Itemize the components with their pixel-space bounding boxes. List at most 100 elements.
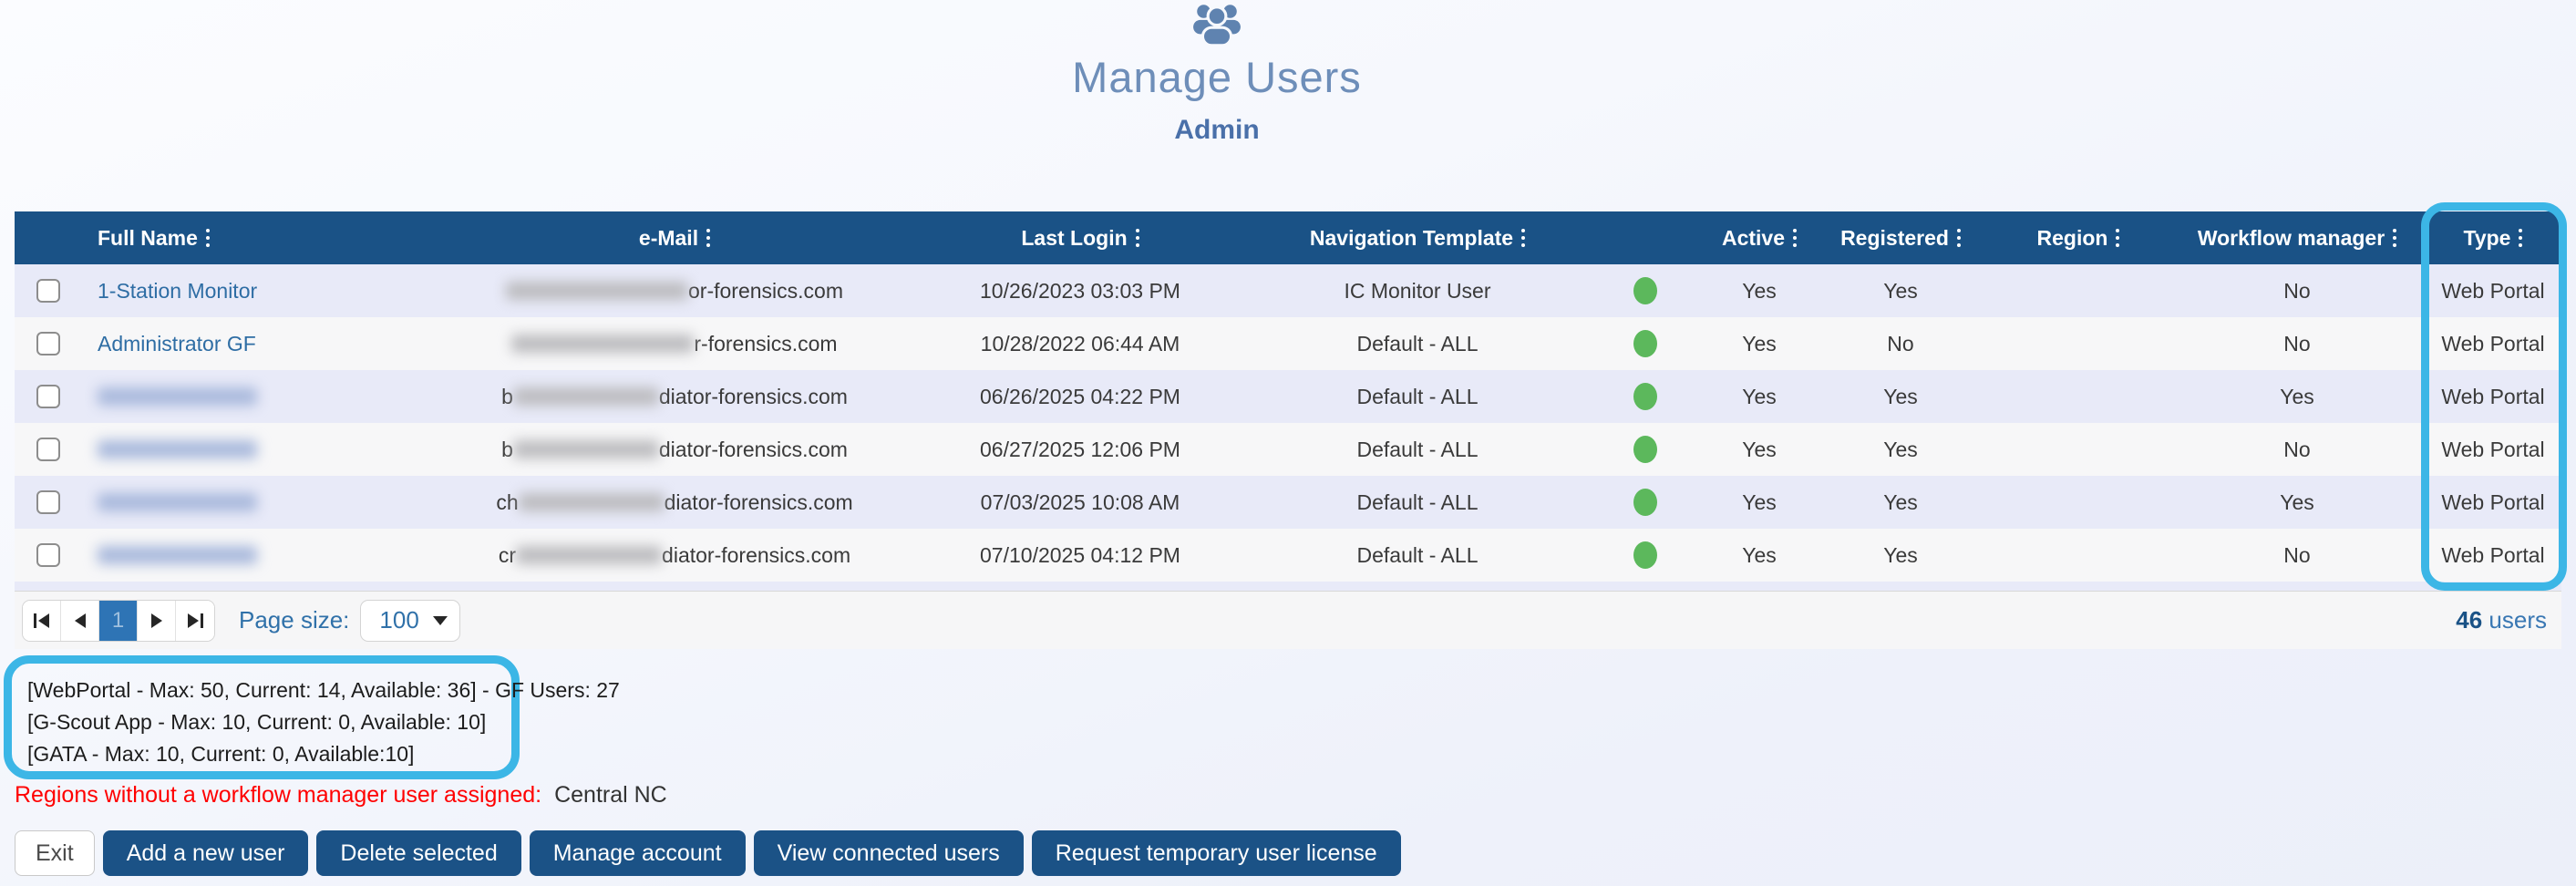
column-header-last-login[interactable]: Last Login [912,211,1249,264]
active-cell: Yes [1705,476,1814,529]
redacted-email [513,440,659,458]
column-header-email[interactable]: e-Mail [438,211,912,264]
last-login-cell: 10/26/2023 03:03 PM [912,264,1249,317]
active-cell: Yes [1705,529,1814,582]
redacted-user-name[interactable] [98,387,257,406]
type-cell: Web Portal [2425,370,2561,423]
exit-button[interactable]: Exit [15,830,95,876]
active-status-dot [1633,277,1657,304]
column-header-navigation-template[interactable]: Navigation Template [1249,211,1586,264]
user-name-link[interactable]: 1-Station Monitor [98,279,257,304]
next-page-button[interactable] [138,601,176,641]
users-table: Full Name e-Mail Last Login Navigation T… [15,211,2561,649]
region-cell [1987,476,2169,529]
workflow-manager-cell: Yes [2169,370,2425,423]
column-menu-icon[interactable] [206,229,210,247]
region-warning-label: Regions without a workflow manager user … [15,782,541,808]
column-header-registered[interactable]: Registered [1814,211,1987,264]
user-name-link[interactable]: Administrator GF [98,332,256,356]
previous-page-button[interactable] [61,601,99,641]
page-size-select[interactable]: 100 [360,600,460,642]
active-status-dot [1633,541,1657,569]
column-header-type[interactable]: Type [2425,211,2561,264]
row-checkbox[interactable] [36,490,60,514]
row-checkbox[interactable] [36,332,60,355]
type-cell: Web Portal [2425,423,2561,476]
active-status-dot [1633,436,1657,463]
region-cell [1987,529,2169,582]
registered-cell: Yes [1814,264,1987,317]
workflow-manager-cell: No [2169,264,2425,317]
region-cell [1987,423,2169,476]
select-all-column-header [15,211,82,264]
column-menu-icon[interactable] [1136,229,1139,247]
workflow-manager-cell: No [2169,423,2425,476]
column-menu-icon[interactable] [1521,229,1525,247]
partial-next-row [15,582,2561,591]
workflow-manager-cell: Yes [2169,476,2425,529]
last-login-cell: 06/26/2025 04:22 PM [912,370,1249,423]
navigation-template-cell: Default - ALL [1249,370,1586,423]
region-cell [1987,370,2169,423]
column-menu-icon[interactable] [2519,229,2522,247]
column-menu-icon[interactable] [2393,229,2396,247]
email-cell: chdiator-forensics.com [438,476,912,529]
column-menu-icon[interactable] [1957,229,1961,247]
page-size-label: Page size: [239,606,349,634]
license-line-gscout: [G-Scout App - Max: 10, Current: 0, Avai… [27,706,496,738]
navigation-template-cell: Default - ALL [1249,423,1586,476]
registered-cell: Yes [1814,423,1987,476]
column-menu-icon[interactable] [706,229,710,247]
registered-cell: Yes [1814,529,1987,582]
region-warning: Regions without a workflow manager user … [15,782,667,809]
active-cell: Yes [1705,264,1814,317]
table-row: Administrator GF r-forensics.com 10/28/2… [15,317,2561,370]
navigation-template-cell: Default - ALL [1249,317,1586,370]
column-header-region[interactable]: Region [1987,211,2169,264]
redacted-email [506,282,688,300]
dropdown-arrow-icon [433,616,448,625]
request-temporary-license-button[interactable]: Request temporary user license [1032,830,1401,876]
last-login-cell: 07/10/2025 04:12 PM [912,529,1249,582]
view-connected-users-button[interactable]: View connected users [754,830,1024,876]
redacted-user-name[interactable] [98,440,257,458]
region-cell [1987,264,2169,317]
table-row: bdiator-forensics.com 06/27/2025 12:06 P… [15,423,2561,476]
column-header-full-name[interactable]: Full Name [82,211,438,264]
row-checkbox[interactable] [36,279,60,303]
type-cell: Web Portal [2425,264,2561,317]
redacted-user-name[interactable] [98,546,257,564]
add-user-button[interactable]: Add a new user [103,830,309,876]
active-status-dot [1633,489,1657,516]
page-header: Manage Users Admin [0,0,2434,146]
navigation-template-cell: Default - ALL [1249,529,1586,582]
redacted-email [516,546,662,564]
row-checkbox[interactable] [36,385,60,408]
redacted-email [511,335,694,353]
manage-account-button[interactable]: Manage account [530,830,746,876]
last-page-icon [188,613,199,628]
table-header-row: Full Name e-Mail Last Login Navigation T… [15,211,2561,264]
column-menu-icon[interactable] [1793,229,1797,247]
column-menu-icon[interactable] [2116,229,2119,247]
redacted-email [513,387,659,406]
first-page-button[interactable] [23,601,61,641]
column-header-active[interactable]: Active [1705,211,1814,264]
active-cell: Yes [1705,317,1814,370]
column-header-workflow-manager[interactable]: Workflow manager [2169,211,2425,264]
active-status-dot [1633,383,1657,410]
delete-selected-button[interactable]: Delete selected [316,830,520,876]
users-count: 46 users [2456,606,2547,634]
last-login-cell: 10/28/2022 06:44 AM [912,317,1249,370]
redacted-user-name[interactable] [98,493,257,511]
last-login-cell: 07/03/2025 10:08 AM [912,476,1249,529]
table-row: bdiator-forensics.com 06/26/2025 04:22 P… [15,370,2561,423]
row-checkbox[interactable] [36,438,60,461]
row-checkbox[interactable] [36,543,60,567]
users-group-icon [0,2,2434,50]
last-page-button[interactable] [176,601,214,641]
last-login-cell: 06/27/2025 12:06 PM [912,423,1249,476]
current-page-button[interactable]: 1 [99,601,138,641]
registered-cell: Yes [1814,370,1987,423]
type-cell: Web Portal [2425,476,2561,529]
